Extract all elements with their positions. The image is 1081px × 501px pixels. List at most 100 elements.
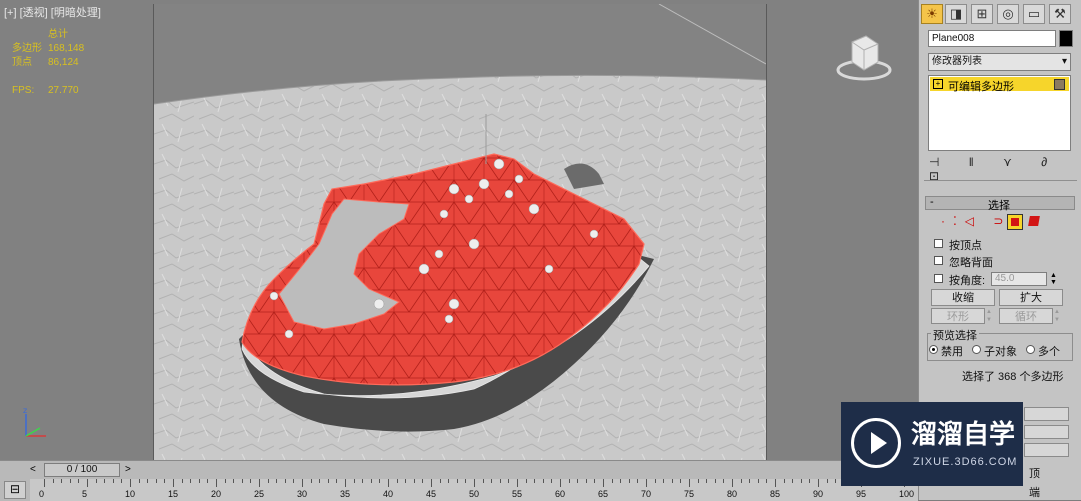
- panel-button-lower-1[interactable]: [1024, 407, 1069, 421]
- modifier-list-dropdown[interactable]: 修改器列表 ▾: [928, 53, 1071, 71]
- panel-button-lower-3[interactable]: [1024, 443, 1069, 457]
- perspective-viewport[interactable]: [+] [透视] [明暗处理] 总计 多边形 168,148 顶点 86,124 F…: [0, 0, 918, 460]
- motion-tab-icon[interactable]: ◎: [997, 4, 1019, 24]
- timeline-tick-mark: [104, 479, 106, 483]
- timeline-tick-mark: [181, 479, 183, 483]
- preview-subobject-label: 子对象: [984, 346, 1017, 358]
- preview-multi-radio[interactable]: [1026, 345, 1035, 354]
- trackbar-toggle-icon[interactable]: ⊟: [4, 481, 26, 499]
- viewport-menu-plus[interactable]: [+]: [4, 7, 17, 19]
- stack-item-editable-poly[interactable]: + 可编辑多边形: [930, 77, 1069, 93]
- stack-toolbar[interactable]: ⊣ ǁ ⋎ ∂ ⊡: [929, 155, 1072, 183]
- timeline-tick-mark: [276, 479, 278, 483]
- timeline-tick-mark: [826, 479, 828, 483]
- timeline-tick-label: 85: [770, 489, 781, 499]
- timeline-tick-mark: [147, 479, 149, 483]
- play-logo-icon: [851, 418, 901, 468]
- spinner-arrows-icon[interactable]: ▲ ▼: [1049, 272, 1058, 286]
- timeline-tick-mark: [413, 479, 415, 483]
- angle-spinner-field[interactable]: 45.0: [991, 272, 1047, 286]
- timeline-tick-mark: [800, 479, 802, 483]
- timeline-tick-label: 80: [727, 489, 738, 499]
- timeline-tick-mark: [293, 479, 295, 483]
- selection-rollout-header[interactable]: - 选择: [925, 196, 1075, 212]
- timeline-tick-mark: [448, 479, 450, 483]
- time-controls: < 0 / 100 > ⊟ 0 5 10 15 20 25 30 35 40 45 50 55 60 65…: [0, 460, 918, 501]
- timeline-tick-mark: [525, 479, 527, 483]
- fps-value: 27.770: [48, 85, 79, 96]
- timeline-tick-mark: [697, 479, 699, 483]
- loop-spinner-icon[interactable]: ▲ ▼: [1054, 308, 1063, 324]
- viewcube-icon[interactable]: [834, 30, 894, 85]
- timeline-tick-label: 50: [469, 489, 480, 499]
- divider: [924, 180, 1077, 181]
- ring-button[interactable]: 环形: [931, 308, 985, 324]
- stats-value-polys: 168,148: [48, 43, 85, 54]
- by-angle-checkbox[interactable]: [934, 274, 943, 283]
- preview-subobject-radio[interactable]: [972, 345, 981, 354]
- timeline-tick-mark: [689, 479, 690, 487]
- timeline-tick-mark: [155, 479, 157, 483]
- timeline-tick-mark: [637, 479, 639, 483]
- timeline-tick-mark: [517, 479, 518, 487]
- panel-lower-label-2: 端: [1029, 487, 1040, 499]
- timeline-tick-mark: [164, 479, 166, 483]
- timeline-tick-mark: [250, 479, 252, 483]
- stats-label-verts: 顶点: [12, 57, 32, 68]
- scene-render[interactable]: [153, 4, 767, 460]
- timeline-tick-label: 45: [426, 489, 437, 499]
- stack-item-label: 可编辑多边形: [948, 81, 1014, 93]
- slider-prev-icon[interactable]: <: [30, 464, 36, 475]
- modify-tab-icon[interactable]: ◨: [945, 4, 967, 24]
- ignore-backfacing-checkbox[interactable]: [934, 256, 943, 265]
- timeline-tick-mark: [783, 479, 785, 483]
- timeline-tick-mark: [542, 479, 544, 483]
- modifier-stack[interactable]: + 可编辑多边形: [928, 75, 1071, 151]
- timeline-tick-mark: [706, 479, 708, 483]
- polygon-mode-button[interactable]: [1007, 214, 1023, 230]
- timeline-tick-mark: [603, 479, 604, 487]
- timeline-tick-mark: [319, 479, 321, 483]
- create-tab-icon[interactable]: ☀: [921, 4, 943, 24]
- by-vertex-checkbox[interactable]: [934, 239, 943, 248]
- time-slider[interactable]: 0 / 100: [44, 463, 120, 477]
- shrink-button[interactable]: 收缩: [931, 289, 995, 306]
- element-mode-icon[interactable]: [1028, 216, 1040, 226]
- panel-button-lower-2[interactable]: [1024, 425, 1069, 439]
- utilities-tab-icon[interactable]: ⚒: [1049, 4, 1071, 24]
- viewport-label[interactable]: [+] [透视] [明暗处理]: [4, 4, 101, 20]
- svg-text:z: z: [23, 406, 27, 415]
- stats-value-verts: 86,124: [48, 57, 79, 68]
- timeline-tick-label: 70: [641, 489, 652, 499]
- timeline-tick-label: 25: [254, 489, 265, 499]
- slider-next-icon[interactable]: >: [125, 464, 131, 475]
- expand-icon[interactable]: +: [933, 79, 943, 89]
- hierarchy-tab-icon[interactable]: ⊞: [971, 4, 993, 24]
- viewport-point-of-view[interactable]: [透视]: [20, 7, 48, 19]
- grow-button[interactable]: 扩大: [999, 289, 1063, 306]
- object-color-swatch[interactable]: [1059, 30, 1073, 47]
- timeline-tick-mark: [267, 479, 269, 483]
- timeline-tick-mark: [69, 479, 71, 483]
- subobject-modes[interactable]: ·⁚◁ ⊃: [941, 214, 1011, 228]
- timeline-tick-label: 100: [899, 489, 915, 499]
- timeline-tick-mark: [835, 479, 837, 483]
- preview-off-radio[interactable]: [929, 345, 938, 354]
- chevron-down-icon[interactable]: ▾: [1062, 54, 1067, 69]
- watermark-overlay: 溜溜自学 ZIXUE.3D66.COM: [841, 402, 1023, 486]
- timeline-tick-mark: [491, 479, 493, 483]
- timeline-tick-mark: [207, 479, 209, 483]
- loop-button[interactable]: 循环: [999, 308, 1053, 324]
- timeline-tick-label: 30: [297, 489, 308, 499]
- timeline-tick-label: 60: [555, 489, 566, 499]
- timeline-tick-mark: [792, 479, 794, 483]
- viewport-shading-mode[interactable]: [明暗处理]: [51, 7, 101, 19]
- stack-item-toggle[interactable]: [1054, 79, 1065, 90]
- timeline-track[interactable]: 0 5 10 15 20 25 30 35 40 45 50 55 60 65 70 75 80 85 90 95 10…: [30, 479, 918, 501]
- object-name-field[interactable]: Plane008: [928, 30, 1056, 47]
- ring-spinner-icon[interactable]: ▲ ▼: [986, 308, 995, 324]
- timeline-tick-mark: [714, 479, 716, 483]
- display-tab-icon[interactable]: ▭: [1023, 4, 1045, 24]
- timeline-tick-mark: [646, 479, 647, 487]
- timeline-tick-mark: [757, 479, 759, 483]
